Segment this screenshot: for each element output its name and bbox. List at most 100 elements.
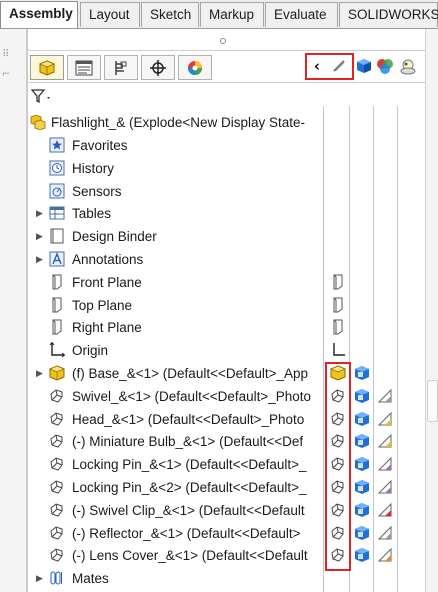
- collapse-chevron-icon[interactable]: ‹: [308, 57, 326, 75]
- vertical-scrollbar[interactable]: [425, 29, 438, 592]
- featuremanager-tab[interactable]: [30, 55, 64, 80]
- tree-item[interactable]: Top Plane: [27, 294, 327, 317]
- tree-item-label: Top Plane: [72, 297, 133, 313]
- column-separator: [397, 106, 398, 592]
- tab-layout[interactable]: Layout: [80, 2, 140, 27]
- tree-item-label: Design Binder: [72, 229, 157, 245]
- cube-col-icon[interactable]: [354, 433, 370, 449]
- tri-yellow-col-icon[interactable]: [377, 433, 393, 449]
- tree-item-label: Tables: [72, 206, 112, 222]
- tree-item-label: (f) Base_&<1> (Default<<Default>_App: [72, 366, 309, 381]
- sensors-icon: [49, 183, 65, 199]
- plane-col-icon[interactable]: [330, 319, 346, 335]
- displaymanager-tab[interactable]: [178, 55, 212, 80]
- tree-item[interactable]: Swivel_&<1> (Default<<Default>_Photo: [27, 385, 327, 408]
- tri-purple-col-icon[interactable]: [377, 479, 393, 495]
- favorites-icon: [49, 137, 65, 153]
- tree-item-label: Mates: [72, 571, 109, 587]
- tri-purple-col-icon[interactable]: [377, 456, 393, 472]
- filter-icon[interactable]: [30, 88, 53, 108]
- tree-item[interactable]: Locking Pin_&<1> (Default<<Default>_: [27, 453, 327, 476]
- tree-root[interactable]: Flashlight_& (Explode<New Display State-: [27, 111, 327, 134]
- tree-item-label: Sensors: [72, 183, 122, 199]
- part-fixed-icon: [49, 365, 65, 381]
- tree-item[interactable]: Origin: [27, 339, 327, 362]
- tree-item-label: Front Plane: [72, 274, 142, 290]
- tab-evaluate[interactable]: Evaluate: [265, 2, 338, 27]
- tab-markup[interactable]: Markup: [200, 2, 264, 27]
- cube-col-icon[interactable]: [354, 388, 370, 404]
- tree-item[interactable]: Head_&<1> (Default<<Default>_Photo: [27, 408, 327, 431]
- tab-assembly[interactable]: Assembly: [0, 1, 78, 28]
- tree-item[interactable]: History: [27, 157, 327, 180]
- appearance-icon[interactable]: [376, 57, 394, 75]
- tree-item-label: Locking Pin_&<1> (Default<<Default>_: [72, 457, 307, 473]
- mates-icon: [49, 570, 65, 586]
- configurationmanager-tab[interactable]: [104, 55, 138, 80]
- tree-item[interactable]: (-) Miniature Bulb_&<1> (Default<<Def: [27, 430, 327, 453]
- panel-drag-handle[interactable]: [220, 38, 226, 44]
- tree-item[interactable]: (-) Lens Cover_&<1> (Default<<Default: [27, 544, 327, 567]
- tab-solidworks[interactable]: SOLIDWORKS: [339, 2, 438, 27]
- displaymanager-tab-icon: [188, 60, 202, 75]
- tree-item[interactable]: ▶ Mates: [27, 567, 327, 590]
- tree-item-label: (-) Lens Cover_&<1> (Default<<Default: [72, 548, 308, 564]
- expand-arrow-icon[interactable]: ▶: [36, 573, 43, 584]
- expand-arrow-icon[interactable]: ▶: [36, 208, 43, 219]
- highlight-box-column: [325, 362, 351, 571]
- strip-corner-icon: ⌐: [2, 69, 11, 80]
- propertymanager-tab[interactable]: [67, 55, 101, 80]
- part-icon: [49, 411, 65, 427]
- tree-item[interactable]: Front Plane: [27, 271, 327, 294]
- part-icon: [49, 456, 65, 472]
- tree-item[interactable]: (-) Swivel Clip_&<1> (Default<<Default: [27, 499, 327, 522]
- part-icon: [49, 433, 65, 449]
- cube-col-icon[interactable]: [354, 479, 370, 495]
- tree-item[interactable]: ▶ Annotations: [27, 248, 327, 271]
- display-mode-icon[interactable]: [355, 57, 373, 75]
- tree-item[interactable]: ▶ (f) Base_&<1> (Default<<Default>_App: [27, 362, 327, 385]
- origin-col-icon[interactable]: [330, 342, 346, 358]
- part-icon: [49, 388, 65, 404]
- tree-item[interactable]: ▶ Tables: [27, 202, 327, 225]
- transparency-icon[interactable]: [399, 57, 417, 75]
- tri-gray-col-icon[interactable]: [377, 525, 393, 541]
- assembly-icon: [30, 114, 46, 130]
- divider: [27, 82, 437, 83]
- dimxpertmanager-tab-icon: [150, 59, 166, 76]
- plane-col-icon[interactable]: [330, 274, 346, 290]
- tri-yellow-col-icon[interactable]: [377, 411, 393, 427]
- tree-item[interactable]: Locking Pin_&<2> (Default<<Default>_: [27, 476, 327, 499]
- tree-item[interactable]: (-) Reflector_&<1> (Default<<Default>: [27, 522, 327, 545]
- expand-arrow-icon[interactable]: ▶: [36, 231, 43, 242]
- tree-item[interactable]: ▶ Design Binder: [27, 225, 327, 248]
- cube-col-icon[interactable]: [354, 365, 370, 381]
- tree-item[interactable]: Right Plane: [27, 316, 327, 339]
- hide-show-icon[interactable]: [330, 57, 348, 75]
- design-binder-icon: [49, 228, 65, 244]
- cube-col-icon[interactable]: [354, 502, 370, 518]
- part-icon: [49, 502, 65, 518]
- tree-item-label: Right Plane: [72, 320, 142, 336]
- cube-col-icon[interactable]: [354, 547, 370, 563]
- tree-item-label: Favorites: [72, 138, 128, 153]
- tree-item[interactable]: Sensors: [27, 180, 327, 203]
- tri-orange-col-icon[interactable]: [377, 547, 393, 563]
- tri-red-col-icon[interactable]: [377, 502, 393, 518]
- scrollbar-thumb[interactable]: [427, 380, 438, 422]
- tree-root-label: Flashlight_& (Explode<New Display State-: [51, 115, 305, 130]
- expand-arrow-icon[interactable]: ▶: [36, 368, 43, 379]
- cube-col-icon[interactable]: [354, 456, 370, 472]
- cube-col-icon[interactable]: [354, 525, 370, 541]
- configurationmanager-tab-icon: [115, 60, 127, 75]
- dimxpertmanager-tab[interactable]: [141, 55, 175, 80]
- tab-sketch[interactable]: Sketch: [141, 2, 199, 27]
- plane-icon: [49, 297, 65, 313]
- expand-arrow-icon[interactable]: ▶: [36, 254, 43, 265]
- part-icon: [49, 479, 65, 495]
- cube-col-icon[interactable]: [354, 411, 370, 427]
- tri-gray-col-icon[interactable]: [377, 388, 393, 404]
- propertymanager-tab-icon: [75, 60, 93, 75]
- plane-col-icon[interactable]: [330, 297, 346, 313]
- tree-item[interactable]: Favorites: [27, 134, 327, 157]
